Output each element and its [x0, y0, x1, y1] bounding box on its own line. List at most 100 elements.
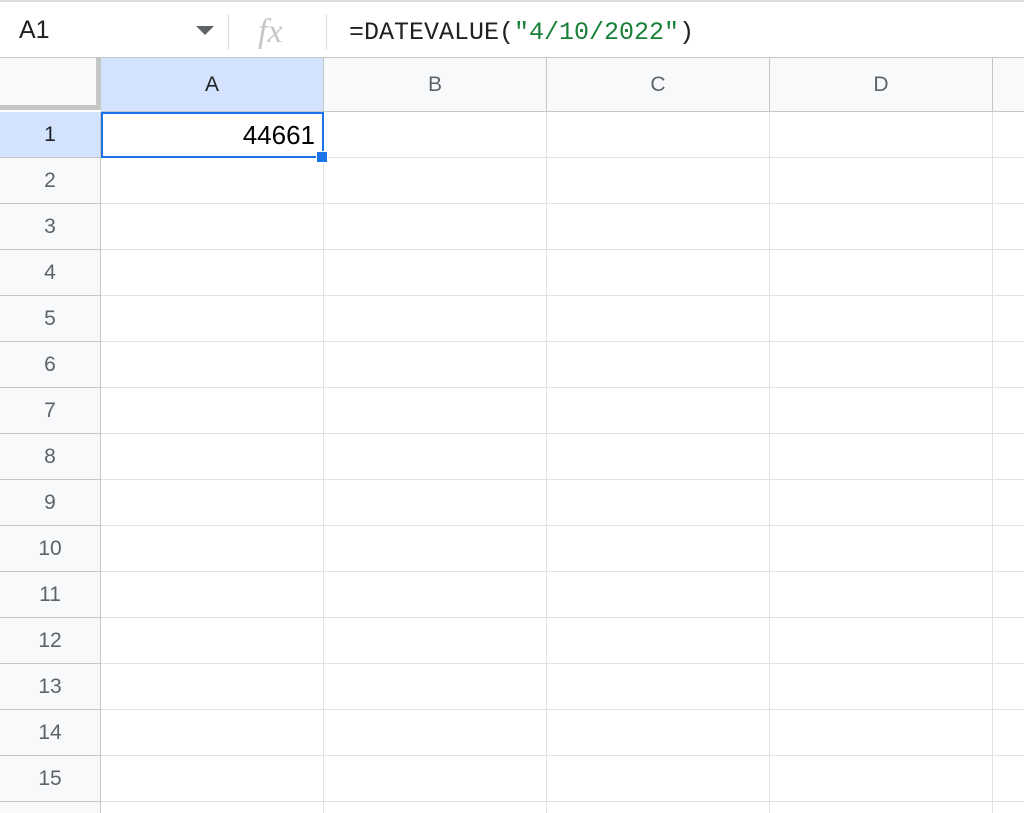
cell-c12[interactable]	[547, 618, 770, 664]
cell-d2[interactable]	[770, 158, 993, 204]
fill-handle[interactable]	[316, 151, 328, 163]
cell[interactable]	[101, 802, 324, 813]
cell-d14[interactable]	[770, 710, 993, 756]
cell[interactable]	[993, 664, 1024, 710]
row-header-8[interactable]: 8	[0, 434, 101, 480]
row-header-4[interactable]: 4	[0, 250, 101, 296]
cell-c2[interactable]	[547, 158, 770, 204]
row-header-14[interactable]: 14	[0, 710, 101, 756]
cell[interactable]	[993, 204, 1024, 250]
cell-a4[interactable]	[101, 250, 324, 296]
cell-b2[interactable]	[324, 158, 547, 204]
cell-c4[interactable]	[547, 250, 770, 296]
row-header-2[interactable]: 2	[0, 158, 101, 204]
row-header-11[interactable]: 11	[0, 572, 101, 618]
cell[interactable]	[993, 388, 1024, 434]
cell[interactable]	[993, 480, 1024, 526]
cell-b7[interactable]	[324, 388, 547, 434]
cell-b10[interactable]	[324, 526, 547, 572]
row-header-9[interactable]: 9	[0, 480, 101, 526]
cell-b5[interactable]	[324, 296, 547, 342]
cell[interactable]	[993, 158, 1024, 204]
cell-d9[interactable]	[770, 480, 993, 526]
cell-c1[interactable]	[547, 112, 770, 158]
cell-a10[interactable]	[101, 526, 324, 572]
formula-input[interactable]: =DATEVALUE("4/10/2022")	[349, 18, 694, 48]
cell-b12[interactable]	[324, 618, 547, 664]
cell-b1[interactable]	[324, 112, 547, 158]
cell-c6[interactable]	[547, 342, 770, 388]
cell-d6[interactable]	[770, 342, 993, 388]
cell-a9[interactable]	[101, 480, 324, 526]
cell-d4[interactable]	[770, 250, 993, 296]
cell-b4[interactable]	[324, 250, 547, 296]
row-header-1[interactable]: 1	[0, 112, 101, 158]
cell[interactable]	[993, 572, 1024, 618]
cell-c10[interactable]	[547, 526, 770, 572]
name-box[interactable]: A1	[0, 2, 228, 58]
cell[interactable]	[993, 526, 1024, 572]
row-header-10[interactable]: 10	[0, 526, 101, 572]
cell-c3[interactable]	[547, 204, 770, 250]
cell-d11[interactable]	[770, 572, 993, 618]
column-header-d[interactable]: D	[770, 58, 993, 112]
cell[interactable]	[993, 250, 1024, 296]
cell-c9[interactable]	[547, 480, 770, 526]
cell-b8[interactable]	[324, 434, 547, 480]
cell-a15[interactable]	[101, 756, 324, 802]
cell-c15[interactable]	[547, 756, 770, 802]
cell-d15[interactable]	[770, 756, 993, 802]
row-header[interactable]	[0, 802, 101, 813]
cell-d1[interactable]	[770, 112, 993, 158]
cell[interactable]	[993, 112, 1024, 158]
cell[interactable]	[770, 802, 993, 813]
cell-a13[interactable]	[101, 664, 324, 710]
row-header-15[interactable]: 15	[0, 756, 101, 802]
cell-d12[interactable]	[770, 618, 993, 664]
cell-a14[interactable]	[101, 710, 324, 756]
cell[interactable]	[324, 802, 547, 813]
cell-d13[interactable]	[770, 664, 993, 710]
cell-d3[interactable]	[770, 204, 993, 250]
cell-a2[interactable]	[101, 158, 324, 204]
cell-a8[interactable]	[101, 434, 324, 480]
select-all-corner[interactable]	[0, 58, 101, 110]
cell-a5[interactable]	[101, 296, 324, 342]
cell-b3[interactable]	[324, 204, 547, 250]
cell-c7[interactable]	[547, 388, 770, 434]
cell-d5[interactable]	[770, 296, 993, 342]
cell-d8[interactable]	[770, 434, 993, 480]
cell[interactable]	[993, 710, 1024, 756]
cell-a7[interactable]	[101, 388, 324, 434]
row-header-13[interactable]: 13	[0, 664, 101, 710]
column-header[interactable]	[993, 58, 1024, 112]
cell-b11[interactable]	[324, 572, 547, 618]
column-header-a[interactable]: A	[101, 58, 324, 112]
column-header-c[interactable]: C	[547, 58, 770, 112]
cell[interactable]	[993, 342, 1024, 388]
cell-d7[interactable]	[770, 388, 993, 434]
row-header-7[interactable]: 7	[0, 388, 101, 434]
row-header-6[interactable]: 6	[0, 342, 101, 388]
cell[interactable]	[993, 434, 1024, 480]
cell-b13[interactable]	[324, 664, 547, 710]
cell-b9[interactable]	[324, 480, 547, 526]
cell-c8[interactable]	[547, 434, 770, 480]
row-header-3[interactable]: 3	[0, 204, 101, 250]
cell-c5[interactable]	[547, 296, 770, 342]
cell[interactable]	[993, 296, 1024, 342]
dropdown-arrow-icon[interactable]	[196, 26, 214, 35]
cell-d10[interactable]	[770, 526, 993, 572]
cell-b14[interactable]	[324, 710, 547, 756]
cell-a11[interactable]	[101, 572, 324, 618]
cell-a12[interactable]	[101, 618, 324, 664]
cell[interactable]	[547, 802, 770, 813]
cell[interactable]	[993, 802, 1024, 813]
cell-c11[interactable]	[547, 572, 770, 618]
cell-b6[interactable]	[324, 342, 547, 388]
cell[interactable]	[993, 618, 1024, 664]
cell-a1[interactable]: 44661	[101, 112, 324, 158]
row-header-5[interactable]: 5	[0, 296, 101, 342]
cell-a6[interactable]	[101, 342, 324, 388]
row-header-12[interactable]: 12	[0, 618, 101, 664]
